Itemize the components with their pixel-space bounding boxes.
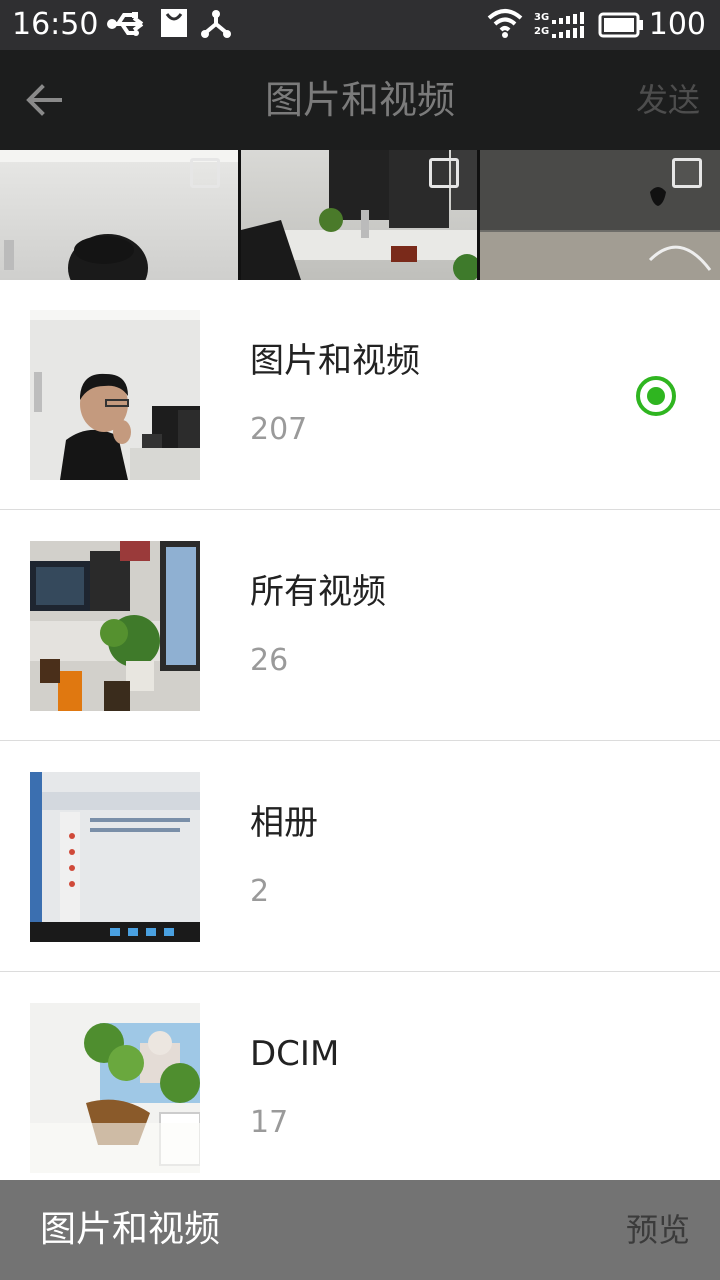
album-name: DCIM: [250, 1034, 340, 1074]
share-node-icon: [201, 10, 231, 38]
album-list: 图片和视频 207 所有视频 26 相册 2 DCIM 17: [0, 280, 720, 1180]
status-bar: 16:50 3G 2G 100: [0, 0, 720, 50]
photo-select-checkbox[interactable]: [429, 158, 459, 188]
photo-tile[interactable]: [0, 150, 238, 280]
selected-radio-icon[interactable]: [636, 376, 676, 416]
status-time: 16:50: [12, 7, 99, 42]
album-row[interactable]: DCIM 17: [0, 973, 720, 1180]
bottom-bar: 图片和视频 预览: [0, 1180, 720, 1280]
album-row[interactable]: 相册 2: [0, 742, 720, 972]
battery-percent: 100: [648, 7, 706, 42]
top-app-bar: 图片和视频 发送: [0, 50, 720, 150]
photo-tile[interactable]: [241, 150, 477, 280]
album-count: 26: [250, 643, 289, 678]
album-thumbnail: [30, 541, 200, 711]
photo-tile[interactable]: [480, 150, 720, 280]
send-button[interactable]: 发送: [636, 50, 700, 150]
photo-select-checkbox[interactable]: [190, 158, 220, 188]
photo-select-checkbox[interactable]: [672, 158, 702, 188]
album-row[interactable]: 图片和视频 207: [0, 280, 720, 510]
album-count: 207: [250, 412, 308, 447]
usb-icon: [107, 12, 144, 36]
album-thumbnail: [30, 1003, 200, 1173]
page-title: 图片和视频: [264, 78, 455, 122]
battery-icon: [598, 12, 643, 38]
wifi-icon: [487, 9, 523, 38]
album-selector-button[interactable]: 图片和视频: [40, 1180, 220, 1280]
album-count: 17: [250, 1105, 289, 1140]
shopping-bag-icon: [161, 9, 187, 37]
album-name: 所有视频: [250, 572, 386, 612]
photo-grid-strip: [0, 150, 720, 280]
album-name: 图片和视频: [250, 341, 420, 381]
album-row[interactable]: 所有视频 26: [0, 511, 720, 741]
signal-3g-2g-icon: 3G 2G: [534, 12, 584, 40]
album-thumbnail: [30, 772, 200, 942]
album-thumbnail: [30, 310, 200, 480]
album-name: 相册: [250, 803, 318, 843]
album-count: 2: [250, 874, 270, 909]
preview-button[interactable]: 预览: [626, 1180, 690, 1280]
